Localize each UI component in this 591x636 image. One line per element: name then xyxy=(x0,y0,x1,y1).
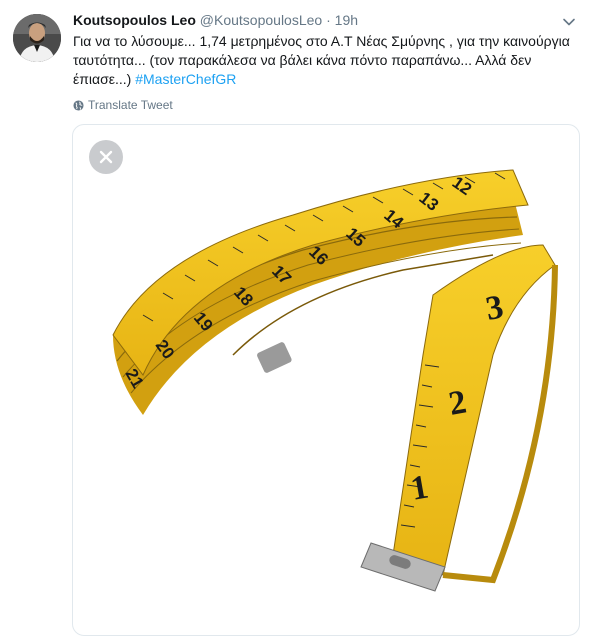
close-icon xyxy=(99,150,113,164)
separator: · xyxy=(326,12,331,28)
chevron-down-icon[interactable] xyxy=(561,14,577,30)
media-card[interactable]: 12 13 14 15 16 17 18 19 20 21 3 2 1 xyxy=(72,124,580,636)
hashtag-link[interactable]: #MasterChefGR xyxy=(135,71,236,87)
measuring-tape-image: 12 13 14 15 16 17 18 19 20 21 3 2 1 xyxy=(112,169,558,592)
tweet[interactable]: Koutsopoulos Leo @KoutsopoulosLeo · 19h … xyxy=(0,0,591,636)
avatar-image xyxy=(13,14,61,62)
user-handle[interactable]: @KoutsopoulosLeo xyxy=(200,12,322,28)
translate-label: Translate Tweet xyxy=(88,98,173,112)
translate-tweet-link[interactable]: Translate Tweet xyxy=(73,98,173,112)
tweet-text: Για να το λύσουμε... 1,74 μετρημένος στο… xyxy=(73,32,578,89)
close-media-button[interactable] xyxy=(89,140,123,174)
display-name[interactable]: Koutsopoulos Leo xyxy=(73,12,196,28)
avatar[interactable] xyxy=(13,14,61,62)
timestamp[interactable]: 19h xyxy=(335,12,358,28)
globe-icon xyxy=(73,99,84,111)
tweet-header: Koutsopoulos Leo @KoutsopoulosLeo · 19h xyxy=(73,12,571,32)
